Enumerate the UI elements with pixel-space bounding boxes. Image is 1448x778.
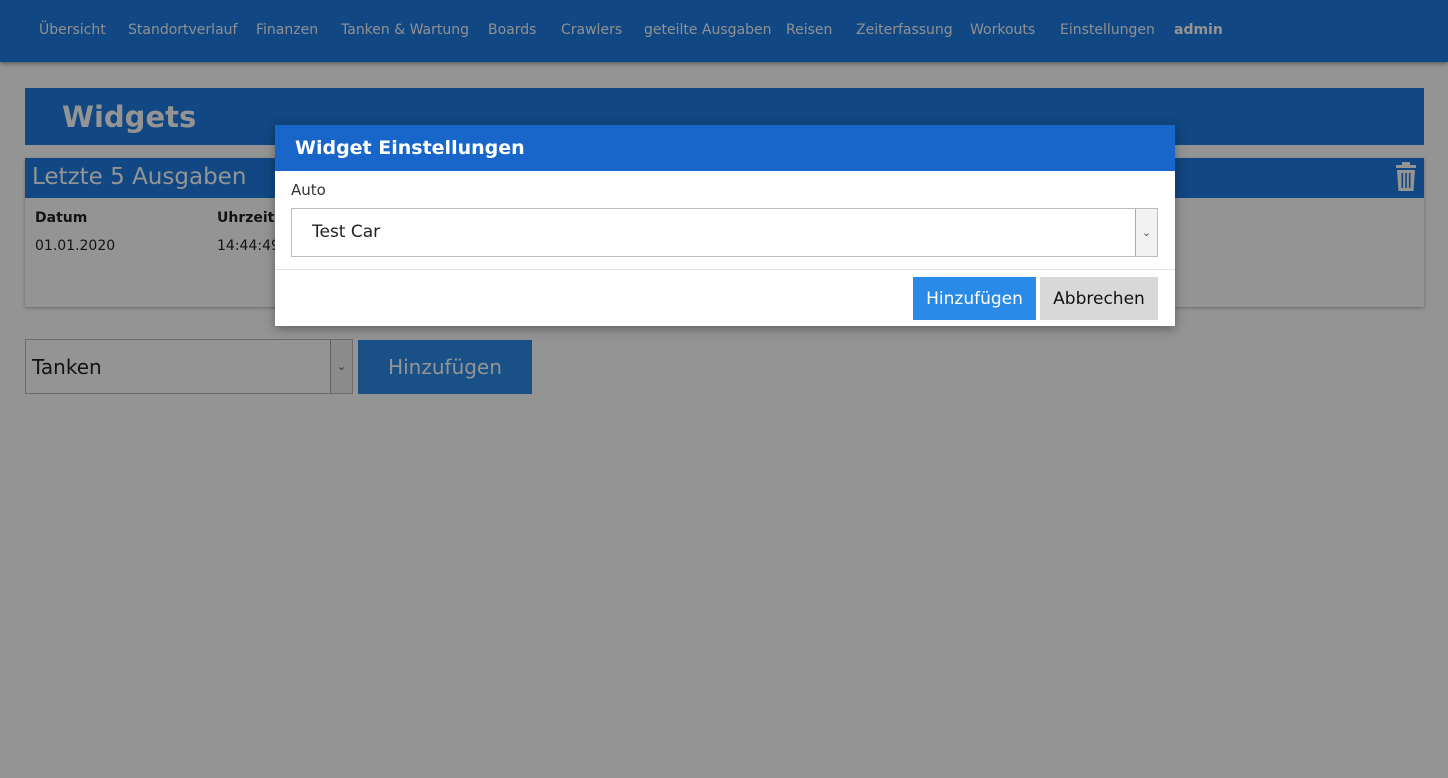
- modal-title: Widget Einstellungen: [295, 137, 525, 159]
- modal-header: Widget Einstellungen: [275, 125, 1175, 171]
- chevron-down-icon: ⌄: [1135, 209, 1157, 256]
- auto-field-label: Auto: [291, 181, 326, 199]
- auto-select[interactable]: Test Car ⌄: [291, 208, 1158, 257]
- widget-settings-modal: Widget Einstellungen Auto Test Car ⌄ Hin…: [275, 125, 1175, 326]
- auto-select-value: Test Car: [312, 222, 381, 242]
- modal-divider: [275, 269, 1175, 270]
- modal-cancel-button[interactable]: Abbrechen: [1040, 277, 1158, 320]
- modal-backdrop[interactable]: [0, 0, 1448, 778]
- modal-add-button[interactable]: Hinzufügen: [913, 277, 1036, 320]
